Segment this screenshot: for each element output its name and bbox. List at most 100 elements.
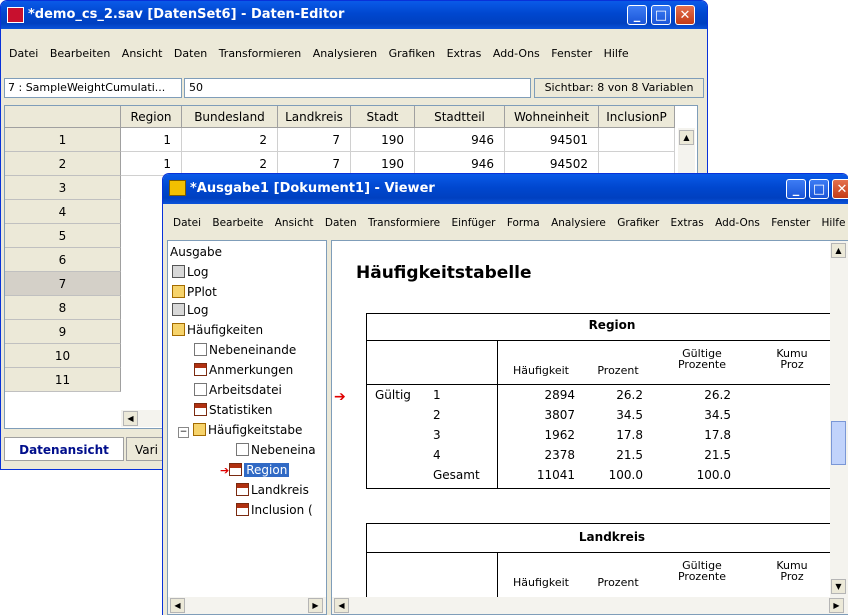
tree-node-pplot[interactable]: PPlot	[172, 283, 217, 301]
menu-ansicht[interactable]: Ansicht	[118, 44, 167, 60]
tab-data-view[interactable]: Datenansicht	[4, 437, 124, 461]
menu-datei[interactable]: Datei	[169, 214, 205, 229]
row-header[interactable]: 3	[5, 176, 121, 200]
row-header[interactable]: 6	[5, 248, 121, 272]
column-header-region[interactable]: Region	[121, 106, 182, 128]
data-editor-titlebar[interactable]: *demo_cs_2.sav [DatenSet6] - Daten-Edito…	[1, 1, 707, 29]
close-button[interactable]: ✕	[675, 5, 695, 25]
menu-daten[interactable]: Daten	[321, 214, 361, 229]
scroll-up-icon[interactable]: ▲	[831, 243, 846, 258]
row-header[interactable]: 5	[5, 224, 121, 248]
grid-cell[interactable]	[599, 128, 675, 152]
grid-cell[interactable]: 94501	[505, 128, 599, 152]
menu-fenster[interactable]: Fenster	[767, 214, 814, 229]
menu-grafiken[interactable]: Grafiker	[613, 214, 663, 229]
menu-transformieren[interactable]: Transformiere	[364, 214, 444, 229]
row-header[interactable]: 1	[5, 128, 121, 152]
scroll-thumb[interactable]	[831, 421, 846, 465]
menu-hilfe[interactable]: Hilfe	[818, 214, 848, 229]
log-icon	[172, 303, 185, 316]
menu-bearbeiten[interactable]: Bearbeiten	[46, 44, 114, 60]
region-table[interactable]: Region Häufigkeit Prozent Gültige Prozen…	[366, 313, 848, 489]
column-header-stadt[interactable]: Stadt	[351, 106, 415, 128]
scroll-left-icon[interactable]: ◀	[170, 598, 185, 613]
menu-analysieren[interactable]: Analysiere	[547, 214, 610, 229]
menu-addons[interactable]: Add-Ons	[489, 44, 544, 60]
grid-cell[interactable]: 1	[121, 128, 182, 152]
tree-node-landkreis[interactable]: Landkreis	[236, 481, 309, 499]
column-header-bundesland[interactable]: Bundesland	[182, 106, 278, 128]
row-header[interactable]: 10	[5, 344, 121, 368]
col-header-gueltige-prozente: Gültige Prozente	[677, 559, 727, 583]
row-header[interactable]: 9	[5, 320, 121, 344]
tree-node-log[interactable]: Log	[172, 301, 208, 319]
table-icon	[236, 483, 249, 496]
tree-node-log[interactable]: Log	[172, 263, 208, 281]
tree-node-inclusion[interactable]: Inclusion (	[236, 501, 313, 519]
menu-format[interactable]: Forma	[503, 214, 544, 229]
row-header[interactable]: 11	[5, 368, 121, 392]
menu-analysieren[interactable]: Analysieren	[309, 44, 381, 60]
viewer-titlebar[interactable]: *Ausgabe1 [Dokument1] - Viewer _ □ ✕	[163, 174, 848, 204]
pct-value: 34.5	[616, 408, 643, 422]
scroll-down-icon[interactable]: ▼	[831, 579, 846, 594]
minimize-button[interactable]: _	[786, 179, 806, 199]
content-horizontal-scrollbar[interactable]: ◀ ▶	[332, 597, 848, 614]
grid-corner[interactable]	[5, 106, 121, 128]
column-header-inclusionp[interactable]: InclusionP	[599, 106, 675, 128]
scroll-up-icon[interactable]: ▲	[679, 130, 694, 145]
tree-node-haeufigkeitstabelle[interactable]: − Häufigkeitstabe	[178, 421, 302, 439]
close-button[interactable]: ✕	[832, 179, 848, 199]
maximize-button[interactable]: □	[651, 5, 671, 25]
menu-extras[interactable]: Extras	[443, 44, 486, 60]
menu-extras[interactable]: Extras	[667, 214, 708, 229]
menu-addons[interactable]: Add-Ons	[711, 214, 764, 229]
column-header-stadtteil[interactable]: Stadtteil	[415, 106, 505, 128]
menu-datei[interactable]: Datei	[5, 44, 42, 60]
scroll-left-icon[interactable]: ◀	[123, 411, 138, 426]
row-header[interactable]: 8	[5, 296, 121, 320]
tree-label: Inclusion (	[251, 503, 313, 517]
menu-grafiken[interactable]: Grafiken	[385, 44, 439, 60]
menu-transformieren[interactable]: Transformieren	[215, 44, 306, 60]
viewer-window[interactable]: *Ausgabe1 [Dokument1] - Viewer _ □ ✕ Dat…	[162, 173, 848, 615]
scroll-right-icon[interactable]: ▶	[308, 598, 323, 613]
menu-einfuegen[interactable]: Einfüger	[447, 214, 499, 229]
tree-label: Log	[187, 303, 209, 317]
column-header-wohneinheit[interactable]: Wohneinheit	[505, 106, 599, 128]
viewer-menubar: Datei Bearbeite Ansicht Daten Transformi…	[163, 214, 848, 234]
menu-hilfe[interactable]: Hilfe	[600, 44, 633, 60]
tree-node-ausgabe[interactable]: Ausgabe	[170, 243, 222, 261]
tree-node-region-selected[interactable]: ➔ Region	[220, 461, 290, 479]
scroll-left-icon[interactable]: ◀	[334, 598, 349, 613]
tree-node-statistiken[interactable]: Statistiken	[194, 401, 273, 419]
tree-node-arbeitsdatei[interactable]: Arbeitsdatei	[194, 381, 282, 399]
grid-cell[interactable]: 7	[278, 128, 351, 152]
maximize-button[interactable]: □	[809, 179, 829, 199]
menu-ansicht[interactable]: Ansicht	[271, 214, 318, 229]
tree-label: Anmerkungen	[209, 363, 294, 377]
grid-cell[interactable]: 190	[351, 128, 415, 152]
row-header-selected[interactable]: 7	[5, 272, 121, 296]
row-header[interactable]: 2	[5, 152, 121, 176]
collapse-icon[interactable]: −	[178, 427, 189, 438]
outline-horizontal-scrollbar[interactable]: ◀ ▶	[168, 597, 326, 614]
row-label: Gesamt	[433, 468, 480, 482]
scroll-right-icon[interactable]: ▶	[829, 598, 844, 613]
tree-node-nebeneinander[interactable]: Nebeneina	[236, 441, 316, 459]
menu-bearbeiten[interactable]: Bearbeite	[208, 214, 267, 229]
tree-label: Ausgabe	[170, 245, 223, 259]
content-vertical-scrollbar[interactable]: ▲ ▼	[830, 241, 848, 597]
menu-daten[interactable]: Daten	[170, 44, 211, 60]
current-output-arrow-icon: ➔	[334, 389, 346, 405]
menu-fenster[interactable]: Fenster	[547, 44, 596, 60]
minimize-button[interactable]: _	[627, 5, 647, 25]
cell-value-input[interactable]: 50	[184, 78, 531, 98]
tree-node-anmerkungen[interactable]: Anmerkungen	[194, 361, 293, 379]
tree-node-nebeneinander[interactable]: Nebeneinande	[194, 341, 296, 359]
tree-node-haeufigkeiten[interactable]: Häufigkeiten	[172, 321, 263, 339]
column-header-landkreis[interactable]: Landkreis	[278, 106, 351, 128]
grid-cell[interactable]: 2	[182, 128, 278, 152]
grid-cell[interactable]: 946	[415, 128, 505, 152]
row-header[interactable]: 4	[5, 200, 121, 224]
